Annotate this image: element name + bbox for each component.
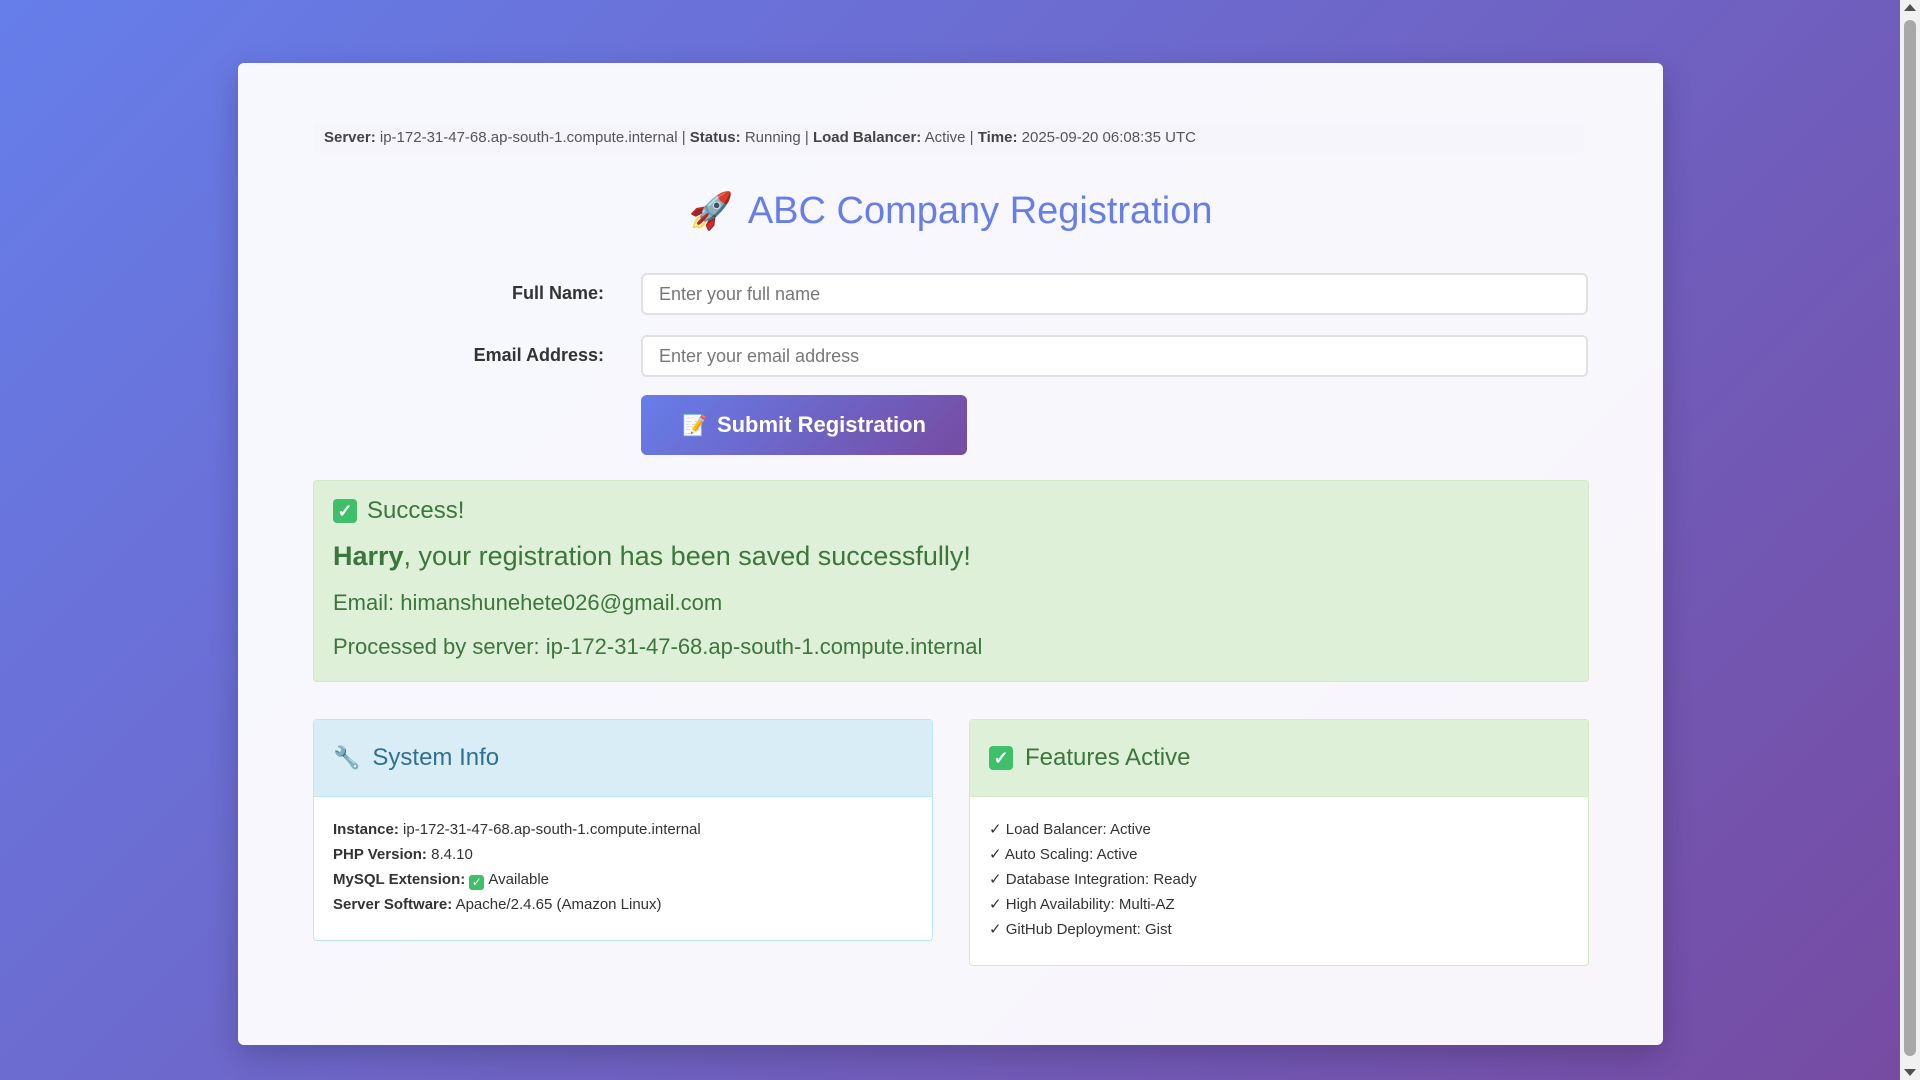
submit-registration-button[interactable]: 📝 Submit Registration — [641, 395, 967, 455]
time-label: Time: — [977, 129, 1018, 146]
separator: | — [677, 129, 690, 146]
full-name-label: Full Name: — [511, 283, 604, 303]
system-info-label: Server Software: — [333, 896, 453, 913]
email-input[interactable] — [641, 335, 1588, 377]
feature-item: ✓ GitHub Deployment: Gist — [989, 921, 1172, 938]
system-info-row: MySQL Extension: ✓ Available — [333, 867, 913, 892]
server-label: Server: — [324, 129, 376, 146]
check-mark-icon: ✓ — [333, 499, 357, 523]
features-heading: Features Active — [1025, 744, 1191, 771]
registration-card: Server: ip-172-31-47-68.ap-south-1.compu… — [238, 63, 1663, 1045]
processed-by-server: Processed by server: ip-172-31-47-68.ap-… — [333, 634, 983, 659]
system-info-value: 8.4.10 — [431, 846, 473, 863]
vertical-scrollbar[interactable] — [1900, 0, 1920, 1080]
system-info-label: Instance: — [333, 821, 399, 838]
feature-item: ✓ Load Balancer: Active — [989, 821, 1151, 838]
wrench-icon: 🔧 — [333, 745, 361, 770]
check-mark-icon: ✓ — [469, 875, 485, 890]
registered-email: Email: himanshunehete026@gmail.com — [333, 590, 723, 615]
system-info-row: Instance: ip-172-31-47-68.ap-south-1.com… — [333, 817, 913, 842]
server-status-bar: Server: ip-172-31-47-68.ap-south-1.compu… — [314, 121, 1584, 153]
time-value: 2025-09-20 06:08:35 UTC — [1021, 129, 1196, 146]
system-info-value: Available — [488, 871, 550, 888]
registered-name: Harry — [333, 541, 404, 571]
submit-button-label: Submit Registration — [716, 412, 926, 437]
success-heading: ✓ Success! — [333, 497, 1569, 525]
features-panel: ✓ Features Active ✓ Load Balancer: Activ… — [969, 719, 1589, 966]
feature-item: ✓ Auto Scaling: Active — [989, 846, 1138, 863]
system-info-body: Instance: ip-172-31-47-68.ap-south-1.com… — [314, 797, 932, 937]
system-info-heading: System Info — [372, 744, 500, 771]
load-balancer-label: Load Balancer: — [812, 129, 922, 146]
page-title-text: ABC Company Registration — [747, 190, 1213, 232]
success-message-text: , your registration has been saved succe… — [403, 541, 971, 571]
features-body: ✓ Load Balancer: Active ✓ Auto Scaling: … — [970, 797, 1588, 962]
features-header: ✓ Features Active — [970, 720, 1588, 797]
system-info-value: ip-172-31-47-68.ap-south-1.compute.inter… — [403, 821, 701, 838]
feature-item: ✓ Database Integration: Ready — [989, 871, 1197, 888]
check-mark-icon: ✓ — [989, 746, 1013, 770]
page-title: 🚀 ABC Company Registration — [238, 190, 1663, 233]
system-info-panel: 🔧 System Info Instance: ip-172-31-47-68.… — [313, 719, 933, 941]
success-heading-text: Success! — [367, 497, 465, 524]
system-info-row: PHP Version: 8.4.10 — [333, 842, 913, 867]
system-info-label: PHP Version: — [333, 846, 427, 863]
success-alert: ✓ Success! Harry, your registration has … — [313, 480, 1589, 682]
server-value: ip-172-31-47-68.ap-south-1.compute.inter… — [379, 129, 678, 146]
scroll-up-arrow-icon[interactable] — [1904, 4, 1916, 11]
status-value: Running — [744, 129, 801, 146]
feature-item: ✓ High Availability: Multi-AZ — [989, 896, 1175, 913]
rocket-icon: 🚀 — [688, 190, 734, 231]
system-info-label: MySQL Extension: — [333, 871, 466, 888]
email-label: Email Address: — [473, 345, 604, 365]
system-info-header: 🔧 System Info — [314, 720, 932, 797]
system-info-row: Server Software: Apache/2.4.65 (Amazon L… — [333, 892, 913, 917]
separator: | — [800, 129, 813, 146]
success-message: Harry, your registration has been saved … — [333, 541, 1569, 572]
separator: | — [965, 129, 978, 146]
status-label: Status: — [689, 129, 741, 146]
memo-icon: 📝 — [682, 414, 707, 437]
load-balancer-value: Active — [924, 129, 966, 146]
full-name-input[interactable] — [641, 273, 1588, 315]
system-info-value: Apache/2.4.65 (Amazon Linux) — [455, 896, 662, 913]
scrollbar-thumb[interactable] — [1904, 20, 1916, 1056]
scroll-down-arrow-icon[interactable] — [1904, 1069, 1916, 1076]
